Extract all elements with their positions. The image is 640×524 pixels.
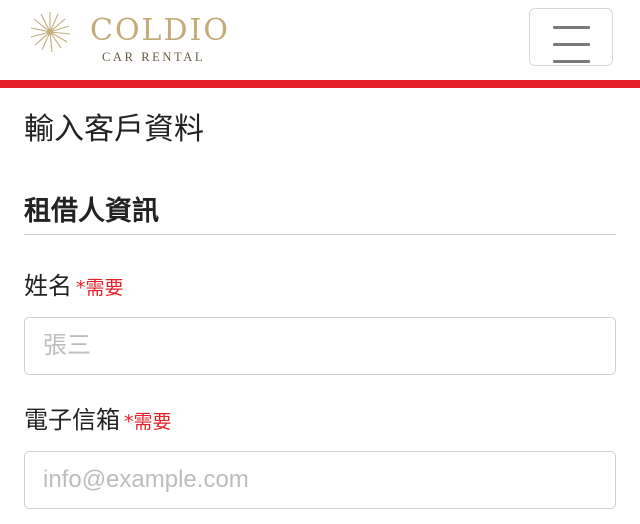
email-required-marker: *需要 [124,411,172,433]
email-label-text: 電子信箱 [24,406,120,434]
email-input[interactable] [24,451,616,509]
header-accent-divider [0,80,640,88]
hamburger-menu-icon [553,26,590,29]
brand-subtitle: CAR RENTAL [102,50,206,64]
hamburger-menu-icon [553,43,590,46]
name-field-label: 姓名 *需要 [24,270,124,304]
hamburger-menu-icon [553,60,590,63]
name-label-text: 姓名 [24,272,72,300]
section-title: 租借人資訊 [24,196,159,227]
sunburst-logo-icon [30,12,83,65]
menu-button[interactable] [529,8,613,66]
brand-logo[interactable]: COLDIO CAR RENTAL [28,10,248,68]
site-header: COLDIO CAR RENTAL [0,0,640,80]
email-field-label: 電子信箱 *需要 [24,404,172,438]
page-title: 輸入客戶資料 [24,112,204,147]
name-required-marker: *需要 [76,277,124,299]
name-input[interactable] [24,317,616,375]
brand-name: COLDIO [90,13,230,48]
section-divider [24,234,616,235]
